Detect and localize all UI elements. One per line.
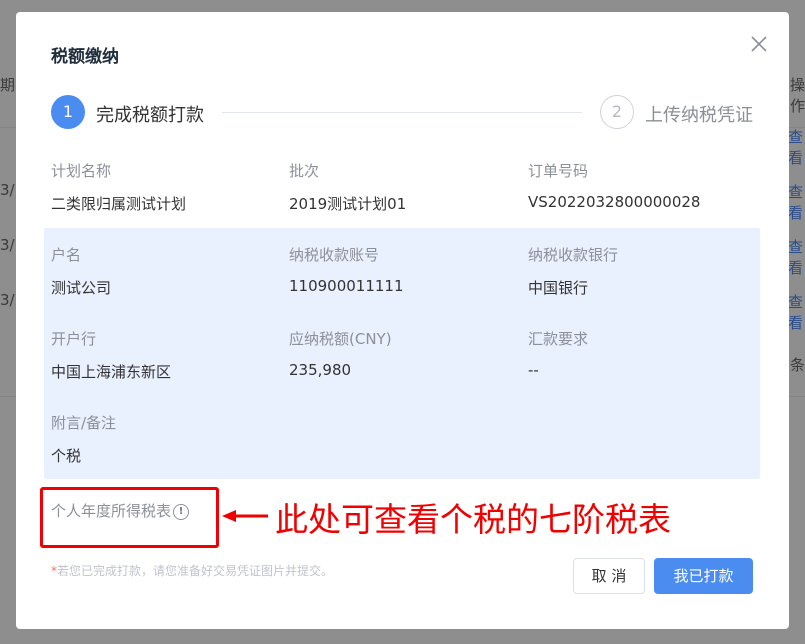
branch-value: 中国上海浦东新区 [51, 363, 172, 381]
upload-hint: *若您已完成打款，请您准备好交易凭证图片并提交。 [51, 562, 333, 579]
remittance-requirement-value: -- [528, 361, 539, 379]
step-2-label: 上传纳税凭证 [645, 105, 753, 126]
plan-name-label: 计划名称 [51, 162, 112, 180]
account-number-value: 110900011111 [289, 277, 404, 295]
step-2-number: 2 [600, 95, 634, 129]
bg-column-header-date: 期 [0, 76, 16, 94]
bg-cell-date: 3/ [0, 181, 15, 199]
dialog-title: 税额缴纳 [51, 47, 119, 67]
remittance-requirement-label: 汇款要求 [528, 330, 589, 348]
order-number-label: 订单号码 [528, 162, 589, 180]
paid-confirm-button[interactable]: 我已打款 [654, 558, 753, 594]
step-1-label: 完成税额打款 [96, 105, 204, 126]
bg-cell-date: 3/ [0, 236, 15, 254]
annotation-arrow-icon [221, 508, 269, 527]
tax-payment-dialog: 税额缴纳 1 完成税额打款 2 上传纳税凭证 计划名称 批次 订单号码 二类限归… [16, 12, 789, 629]
tax-amount-value: 235,980 [289, 361, 352, 379]
remark-label: 附言/备注 [51, 414, 117, 432]
account-holder-value: 测试公司 [51, 279, 112, 297]
annual-income-tax-table-link[interactable]: 个人年度所得税表! [51, 500, 190, 521]
bg-pagination-fragment: 条 [790, 356, 805, 374]
bg-view-link: 查看 [788, 128, 804, 167]
bg-column-header-actions: 操作 [790, 76, 805, 115]
step-1-number: 1 [51, 95, 85, 129]
cancel-button[interactable]: 取 消 [573, 558, 645, 594]
payment-account-panel [44, 228, 760, 479]
hint-text: 若您已完成打款，请您准备好交易凭证图片并提交。 [57, 564, 334, 578]
account-number-label: 纳税收款账号 [289, 246, 380, 264]
tax-table-link-label: 个人年度所得税表 [51, 502, 172, 520]
info-icon[interactable]: ! [173, 503, 190, 520]
close-icon[interactable] [747, 32, 771, 56]
plan-name-value: 二类限归属测试计划 [51, 195, 187, 213]
bg-cell-date: 3/ [0, 291, 15, 309]
bg-view-link: 查看 [788, 238, 804, 277]
order-number-value: VS2022032800000028 [528, 193, 701, 211]
annotation-text: 此处可查看个税的七阶税表 [275, 500, 671, 539]
bg-view-link: 查看 [788, 183, 804, 222]
bg-view-link: 查看 [788, 293, 804, 332]
bank-value: 中国银行 [528, 279, 589, 297]
account-holder-label: 户名 [51, 246, 82, 264]
branch-label: 开户行 [51, 330, 97, 348]
step-connector [222, 112, 582, 113]
bank-label: 纳税收款银行 [528, 246, 619, 264]
batch-value: 2019测试计划01 [289, 195, 407, 213]
batch-label: 批次 [289, 162, 320, 180]
remark-value: 个税 [51, 447, 82, 465]
tax-amount-label: 应纳税额(CNY) [289, 330, 392, 348]
